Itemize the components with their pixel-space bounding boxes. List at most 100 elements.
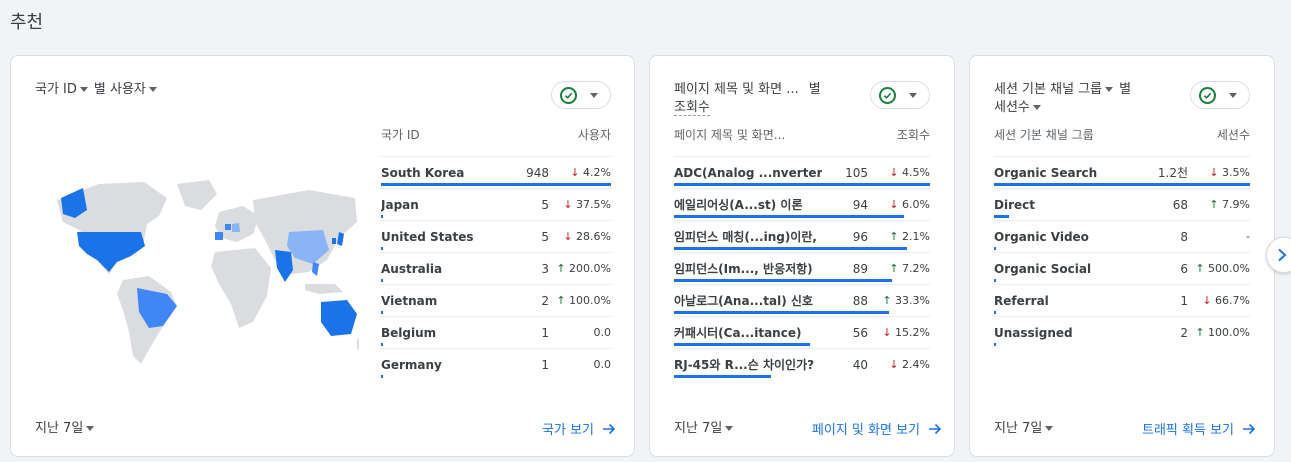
chevron-right-icon	[1278, 248, 1287, 262]
row-change: ↑ 100.0%	[549, 294, 611, 307]
table-row[interactable]: RJ-45와 R...슨 차이인가? 40 ↓ 2.4%	[674, 348, 930, 380]
row-label: Japan	[381, 197, 419, 212]
table-row[interactable]: Direct 68 ↑ 7.9%	[994, 188, 1250, 220]
caret-down-icon	[86, 426, 95, 431]
dimension-dropdown[interactable]: 페이지 제목 및 화면 ...	[674, 82, 799, 97]
arrow-down-icon: ↓	[570, 166, 584, 179]
row-label: ADC(Analog ...nverter)란,	[674, 166, 822, 180]
table-row[interactable]: Organic Video 8 -	[994, 220, 1250, 252]
map-land-greenland	[177, 180, 217, 210]
row-bar	[994, 183, 1250, 186]
arrow-down-icon: ↓	[1202, 294, 1216, 307]
map-land-africa	[211, 248, 271, 328]
check-circle-icon	[879, 86, 896, 104]
row-label: Organic Search	[994, 165, 1098, 180]
status-menu-button[interactable]	[1190, 81, 1250, 109]
status-menu-button[interactable]	[870, 81, 930, 109]
row-change: ↓ 3.5%	[1188, 166, 1250, 179]
table-row[interactable]: Organic Search 1.2천 ↓ 3.5%	[994, 156, 1250, 188]
row-label: United States	[381, 229, 474, 244]
row-bar	[381, 279, 383, 282]
change-value: 200.0%	[569, 262, 611, 275]
row-label: 임피던스 매칭(...ing)이란,	[674, 230, 817, 244]
row-label: 에일리어싱(A...st) 이론	[674, 198, 803, 212]
status-menu-button[interactable]	[551, 81, 611, 109]
change-value: 4.5%	[902, 166, 930, 179]
dimension-dropdown[interactable]: 세션 기본 채널 그룹	[994, 82, 1119, 97]
table-row[interactable]: United States 5 ↓ 28.6%	[381, 220, 611, 252]
row-value: 89	[852, 261, 868, 276]
row-value: 96	[852, 229, 868, 244]
card-title: 국가 ID 별 사용자	[35, 81, 163, 99]
arrow-up-icon: ↑	[556, 262, 570, 275]
view-traffic-link[interactable]: 트래픽 획득 보기	[1142, 419, 1256, 438]
row-label: Australia	[381, 261, 443, 276]
table-row[interactable]: Referral 1 ↓ 66.7%	[994, 284, 1250, 316]
table-row[interactable]: 임피던스 매칭(...ing)이란, 96 ↑ 2.1%	[674, 220, 930, 252]
column-header-metric: 조회수	[896, 128, 930, 142]
table-row[interactable]: Germany 1 0.0	[381, 348, 611, 380]
metric-dropdown[interactable]: 세션수	[994, 100, 1047, 115]
table-row[interactable]: 임피던스(Im..., 반응저항) 89 ↑ 7.2%	[674, 252, 930, 284]
change-value: 33.3%	[895, 294, 930, 307]
date-range-dropdown[interactable]: 지난 7일	[674, 417, 739, 436]
view-countries-link[interactable]: 국가 보기	[542, 419, 616, 438]
row-value: 2	[541, 293, 549, 308]
card-page-views: 페이지 제목 및 화면 ... 별 조회수 페이지 제목 및 화면... 조회수…	[649, 55, 955, 457]
table-row[interactable]: Japan 5 ↓ 37.5%	[381, 188, 611, 220]
arrow-up-icon: ↑	[889, 262, 903, 275]
date-range-dropdown[interactable]: 지난 7일	[35, 417, 100, 436]
change-value: 66.7%	[1215, 294, 1250, 307]
chevron-down-icon	[1229, 92, 1237, 98]
view-pages-link[interactable]: 페이지 및 화면 보기	[812, 419, 942, 438]
arrow-up-icon: ↑	[1195, 326, 1209, 339]
row-bar	[381, 247, 383, 250]
date-range-dropdown[interactable]: 지난 7일	[994, 417, 1059, 436]
row-label: Organic Video	[994, 229, 1089, 244]
metric-label[interactable]: 조회수	[674, 100, 710, 116]
change-value: 7.2%	[902, 262, 930, 275]
row-value: 1	[1180, 293, 1188, 308]
row-bar	[994, 311, 996, 314]
row-bar	[674, 247, 907, 250]
row-bar	[381, 183, 611, 186]
table-row[interactable]: Australia 3 ↑ 200.0%	[381, 252, 611, 284]
dimension-dropdown[interactable]: 국가 ID	[35, 82, 94, 97]
table-row[interactable]: 커패시터(Ca...itance) 56 ↓ 15.2%	[674, 316, 930, 348]
row-bar	[381, 375, 383, 378]
row-value: 948	[526, 165, 549, 180]
row-value: 1	[541, 357, 549, 372]
row-bar	[381, 311, 383, 314]
chevron-down-icon	[590, 92, 598, 98]
table-row[interactable]: Organic Social 6 ↑ 500.0%	[994, 252, 1250, 284]
table-row[interactable]: Unassigned 2 ↑ 100.0%	[994, 316, 1250, 348]
table-row[interactable]: 아날로그(Ana...tal) 신호 88 ↑ 33.3%	[674, 284, 930, 316]
metric-dropdown[interactable]: 별 사용자	[94, 82, 163, 97]
change-value: 2.4%	[902, 358, 930, 371]
row-value: 8	[1180, 229, 1188, 244]
caret-down-icon	[725, 426, 734, 431]
row-change: ↑ 2.1%	[868, 230, 930, 243]
arrow-up-icon: ↑	[556, 294, 570, 307]
arrow-right-icon	[603, 423, 616, 434]
row-bar	[674, 279, 892, 282]
table-row[interactable]: Vietnam 2 ↑ 100.0%	[381, 284, 611, 316]
table-row[interactable]: Belgium 1 0.0	[381, 316, 611, 348]
row-change: ↓ 15.2%	[868, 326, 930, 339]
row-value: 5	[541, 197, 549, 212]
page-views-table: 페이지 제목 및 화면... 조회수 ADC(Analog ...nverter…	[674, 126, 930, 380]
row-value: 105	[845, 165, 868, 180]
row-label: South Korea	[381, 165, 465, 180]
row-bar	[674, 311, 890, 314]
table-row[interactable]: South Korea 948 ↓ 4.2%	[381, 156, 611, 188]
row-change: ↓ 6.0%	[868, 198, 930, 211]
row-change: ↓ 4.2%	[549, 166, 611, 179]
row-bar	[994, 279, 996, 282]
table-row[interactable]: 에일리어싱(A...st) 이론 94 ↓ 6.0%	[674, 188, 930, 220]
table-row[interactable]: ADC(Analog ...nverter)란,105↓ 4.5%	[674, 156, 930, 188]
row-value: 6	[1180, 261, 1188, 276]
change-value: 0.0	[593, 358, 612, 371]
row-bar	[674, 183, 930, 186]
row-value: 1.2천	[1157, 166, 1188, 180]
row-change: -	[1188, 230, 1250, 243]
